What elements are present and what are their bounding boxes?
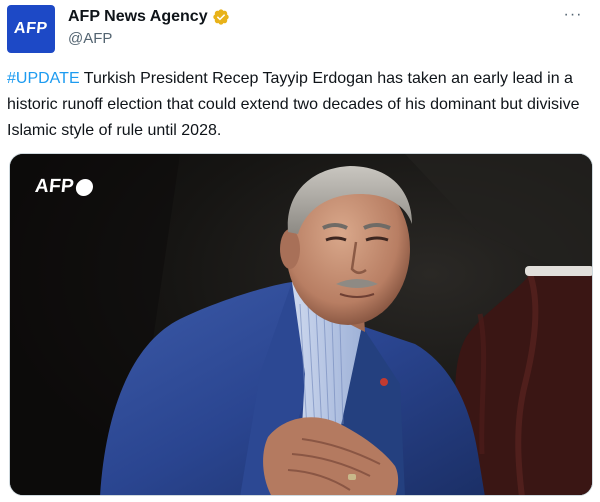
more-options-icon[interactable]: ···: [561, 5, 585, 25]
hashtag-link[interactable]: #UPDATE: [7, 70, 80, 87]
watermark-dot-icon: [75, 178, 94, 196]
tweet-body-text: Turkish President Recep Tayyip Erdogan h…: [7, 70, 580, 139]
tweet-text: #UPDATE Turkish President Recep Tayyip E…: [7, 66, 593, 144]
photo-image: [10, 154, 592, 495]
user-info: AFP News Agency @AFP: [68, 6, 230, 52]
tweet-card: AFP AFP News Agency @AFP ··· #UPDATE Tur…: [0, 0, 600, 502]
tweet-header: AFP AFP News Agency @AFP ···: [7, 5, 593, 53]
avatar-logo-text: AFP: [13, 20, 49, 37]
watermark-text: AFP: [33, 176, 76, 197]
avatar[interactable]: AFP: [7, 5, 55, 53]
tweet-photo[interactable]: AFP: [9, 153, 593, 496]
photo-watermark: AFP: [34, 176, 94, 198]
display-name-row: AFP News Agency: [68, 6, 230, 28]
verified-badge-icon: [212, 8, 230, 26]
user-handle[interactable]: @AFP: [68, 30, 230, 47]
display-name[interactable]: AFP News Agency: [68, 8, 208, 26]
